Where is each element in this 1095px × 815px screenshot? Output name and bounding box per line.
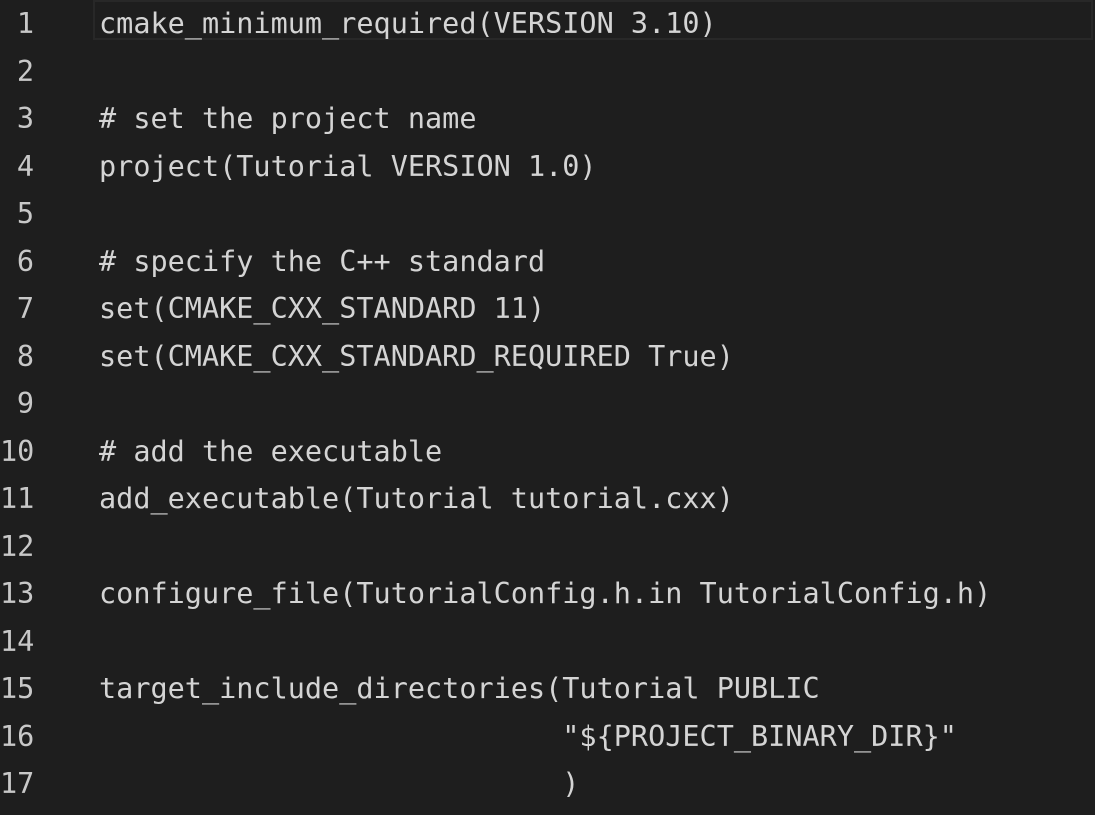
- line-number: 7: [16, 292, 34, 325]
- code-line-text[interactable]: add_executable(Tutorial tutorial.cxx): [99, 475, 734, 523]
- code-line[interactable]: 5: [0, 190, 1095, 238]
- code-line-text[interactable]: "${PROJECT_BINARY_DIR}": [99, 713, 957, 761]
- code-line-text[interactable]: set(CMAKE_CXX_STANDARD_REQUIRED True): [99, 333, 734, 381]
- code-line-text[interactable]: project(Tutorial VERSION 1.0): [99, 143, 597, 191]
- line-number: 2: [16, 54, 34, 88]
- code-line[interactable]: 3 # set the project name: [0, 95, 1095, 143]
- line-number: 11: [0, 482, 35, 515]
- line-number: 12: [0, 529, 35, 563]
- code-line[interactable]: 14: [0, 618, 1095, 666]
- code-line[interactable]: 11 add_executable(Tutorial tutorial.cxx): [0, 475, 1095, 523]
- code-line[interactable]: 17 ): [0, 760, 1095, 808]
- code-line-text[interactable]: set(CMAKE_CXX_STANDARD 11): [99, 285, 545, 333]
- code-line[interactable]: 1 cmake_minimum_required(VERSION 3.10): [0, 0, 1095, 48]
- code-line[interactable]: 9: [0, 380, 1095, 428]
- line-number: 10: [0, 434, 35, 468]
- line-number: 13: [0, 577, 35, 610]
- code-line[interactable]: 2: [0, 48, 1095, 96]
- code-line[interactable]: 6 # specify the C++ standard: [0, 238, 1095, 286]
- code-line-text[interactable]: # specify the C++ standard: [99, 238, 545, 286]
- code-line-text[interactable]: target_include_directories(Tutorial PUBL…: [99, 665, 820, 713]
- line-number: 3: [16, 102, 34, 135]
- line-number: 15: [0, 672, 35, 705]
- code-line[interactable]: 12: [0, 523, 1095, 571]
- code-line-text[interactable]: cmake_minimum_required(VERSION 3.10): [99, 0, 717, 48]
- line-number: 4: [16, 149, 34, 183]
- code-line[interactable]: 8 set(CMAKE_CXX_STANDARD_REQUIRED True): [0, 333, 1095, 381]
- code-line[interactable]: 16 "${PROJECT_BINARY_DIR}": [0, 713, 1095, 761]
- line-number: 17: [0, 767, 35, 800]
- code-line[interactable]: 7 set(CMAKE_CXX_STANDARD 11): [0, 285, 1095, 333]
- line-number: 8: [16, 339, 34, 373]
- line-number: 16: [0, 719, 35, 753]
- code-line-text[interactable]: ): [99, 760, 579, 808]
- code-line-text[interactable]: # set the project name: [99, 95, 477, 143]
- code-line[interactable]: 10 # add the executable: [0, 428, 1095, 476]
- code-editor[interactable]: 1 cmake_minimum_required(VERSION 3.10) 2…: [0, 0, 1095, 815]
- code-line[interactable]: 4 project(Tutorial VERSION 1.0): [0, 143, 1095, 191]
- code-line-text[interactable]: configure_file(TutorialConfig.h.in Tutor…: [99, 570, 991, 618]
- code-line-text[interactable]: # add the executable: [99, 428, 442, 476]
- line-number: 5: [16, 197, 34, 230]
- line-number: 9: [16, 387, 34, 420]
- line-number: 6: [16, 244, 34, 278]
- line-number: 14: [0, 624, 35, 658]
- code-line[interactable]: 13 configure_file(TutorialConfig.h.in Tu…: [0, 570, 1095, 618]
- line-number: 1: [16, 7, 34, 40]
- code-line[interactable]: 15 target_include_directories(Tutorial P…: [0, 665, 1095, 713]
